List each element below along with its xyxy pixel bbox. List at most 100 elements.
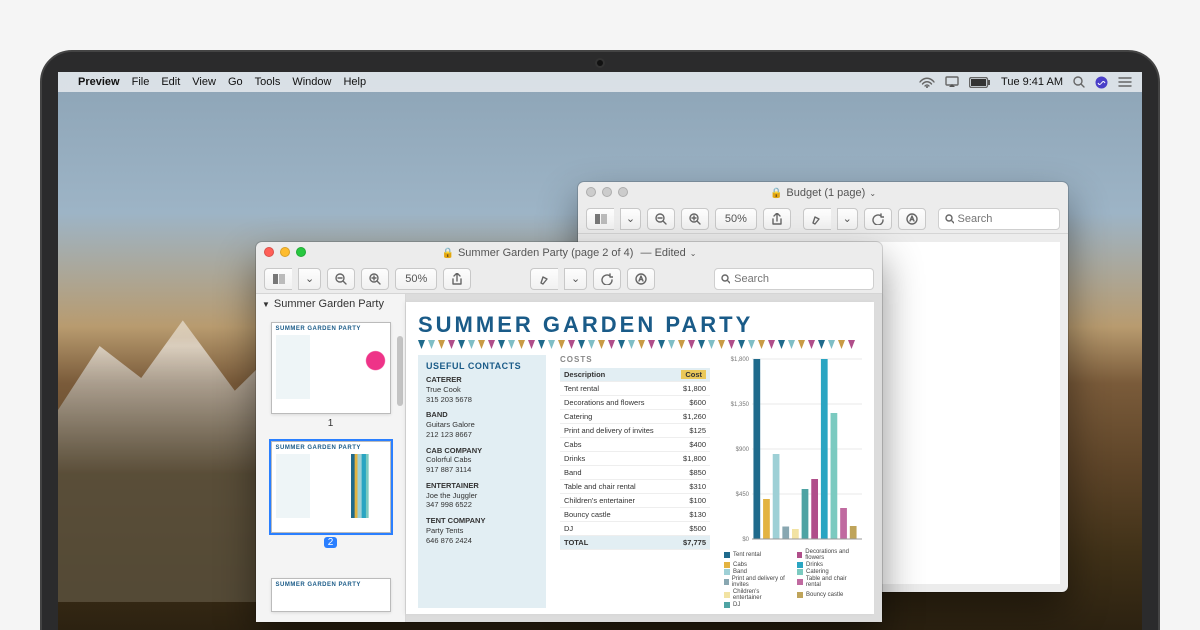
title-chevron-icon[interactable]: ⌄ — [690, 249, 697, 258]
lock-icon: 🔒 — [770, 188, 782, 199]
menu-app-name[interactable]: Preview — [78, 76, 120, 88]
view-mode-button[interactable] — [586, 208, 614, 230]
menu-clock[interactable]: Tue 9:41 AM — [1001, 76, 1063, 88]
page-number-2: 2 — [264, 535, 397, 556]
siri-icon[interactable] — [1095, 76, 1108, 89]
search-input[interactable] — [734, 273, 867, 285]
zoom-button[interactable] — [618, 187, 628, 197]
share-button[interactable] — [443, 268, 471, 290]
close-button[interactable] — [264, 247, 274, 257]
page-thumbnail-2[interactable]: SUMMER GARDEN PARTY — [271, 441, 391, 533]
thumbnail-list[interactable]: SUMMER GARDEN PARTY 1 SUMMER GARDEN PART… — [256, 314, 405, 622]
menu-edit[interactable]: Edit — [161, 76, 180, 88]
cost-row: Table and chair rental$310 — [560, 480, 710, 494]
markup-button[interactable] — [627, 268, 655, 290]
sidebar-scrollbar[interactable] — [397, 336, 403, 406]
highlight-button[interactable] — [803, 208, 831, 230]
rotate-button[interactable] — [864, 208, 892, 230]
menu-bar: Preview File Edit View Go Tools Window H… — [58, 72, 1142, 92]
zoom-in-button[interactable] — [681, 208, 709, 230]
page-number-1: 1 — [264, 416, 397, 437]
svg-text:$450: $450 — [736, 492, 750, 498]
contacts-panel: USEFUL CONTACTS CATERERTrue Cook315 203 … — [418, 355, 546, 608]
chart-panel: $0$450$900$1,350$1,800 Tent rentalDecora… — [724, 355, 862, 608]
legend-item: Drinks — [797, 562, 862, 568]
zoom-button[interactable] — [296, 247, 306, 257]
rotate-button[interactable] — [593, 268, 621, 290]
highlight-button[interactable] — [530, 268, 558, 290]
menu-window[interactable]: Window — [292, 76, 331, 88]
page-thumbnail-1[interactable]: SUMMER GARDEN PARTY — [271, 322, 391, 414]
bar-chart: $0$450$900$1,350$1,800 — [724, 355, 862, 545]
legend-item: DJ — [724, 602, 789, 608]
contact-entry: TENT COMPANYParty Tents646 876 2424 — [426, 516, 538, 545]
spotlight-icon[interactable] — [1073, 76, 1085, 88]
laptop-bezel: Preview File Edit View Go Tools Window H… — [40, 50, 1160, 630]
close-button[interactable] — [586, 187, 596, 197]
window-party[interactable]: 🔒 Summer Garden Party (page 2 of 4) — Ed… — [256, 242, 882, 622]
menu-go[interactable]: Go — [228, 76, 243, 88]
page-view[interactable]: SUMMER GARDEN PARTY USEFUL CONTACTS CATE… — [406, 302, 874, 614]
zoom-in-button[interactable] — [361, 268, 389, 290]
cost-row: Bouncy castle$130 — [560, 508, 710, 522]
window-title: Budget (1 page) — [786, 187, 865, 199]
cost-row: Print and delivery of invites$125 — [560, 424, 710, 438]
legend-item — [797, 602, 862, 608]
titlebar-party[interactable]: 🔒 Summer Garden Party (page 2 of 4) — Ed… — [256, 242, 882, 264]
highlight-menu[interactable]: ⌄ — [564, 268, 587, 290]
thumbnail-sidebar: ▼ Summer Garden Party SUMMER GARDEN PART… — [256, 294, 406, 622]
sidebar-document-row[interactable]: ▼ Summer Garden Party — [256, 294, 405, 314]
search-field[interactable] — [714, 268, 874, 290]
markup-button[interactable] — [898, 208, 926, 230]
minimize-button[interactable] — [280, 247, 290, 257]
menu-help[interactable]: Help — [343, 76, 366, 88]
page-thumbnail-3[interactable]: SUMMER GARDEN PARTY — [271, 578, 391, 612]
lock-icon: 🔒 — [442, 248, 454, 259]
camera — [597, 60, 603, 66]
notification-center-icon[interactable] — [1118, 76, 1132, 88]
view-mode-button[interactable] — [264, 268, 292, 290]
contact-entry: CATERERTrue Cook315 203 5678 — [426, 375, 538, 404]
contact-entry: BANDGuitars Galore212 123 8667 — [426, 410, 538, 439]
svg-text:$1,800: $1,800 — [731, 357, 750, 363]
title-chevron-icon[interactable]: ⌄ — [869, 189, 876, 198]
zoom-level[interactable]: 50% — [395, 268, 437, 290]
menu-tools[interactable]: Tools — [255, 76, 281, 88]
zoom-level[interactable]: 50% — [715, 208, 757, 230]
menu-view[interactable]: View — [192, 76, 216, 88]
sidebar-doc-name: Summer Garden Party — [274, 298, 384, 310]
view-mode-menu[interactable]: ⌄ — [620, 208, 641, 230]
titlebar-budget[interactable]: 🔒 Budget (1 page) ⌄ — [578, 182, 1068, 204]
desktop: Preview File Edit View Go Tools Window H… — [58, 72, 1142, 630]
cost-row: Catering$1,260 — [560, 410, 710, 424]
cost-row: Children's entertainer$100 — [560, 494, 710, 508]
costs-panel: COSTS DescriptionCostTent rental$1,800De… — [560, 355, 710, 608]
search-field[interactable] — [938, 208, 1060, 230]
airplay-icon[interactable] — [945, 76, 959, 88]
menu-extras: Tue 9:41 AM — [909, 76, 1132, 89]
cost-row: Drinks$1,800 — [560, 452, 710, 466]
legend-item: Children's entertainer — [724, 589, 789, 601]
legend-item: Table and chair rental — [797, 576, 862, 588]
legend-item: Print and delivery of invites — [724, 576, 789, 588]
wifi-icon[interactable] — [919, 76, 935, 88]
toolbar-budget: ⌄ 50% ⌄ — [578, 204, 1068, 234]
share-button[interactable] — [763, 208, 791, 230]
costs-heading: COSTS — [560, 355, 710, 364]
zoom-out-button[interactable] — [327, 268, 355, 290]
search-input[interactable] — [958, 213, 1054, 225]
cost-row: Band$850 — [560, 466, 710, 480]
battery-icon[interactable] — [969, 77, 991, 88]
legend-item: Catering — [797, 569, 862, 575]
costs-table: DescriptionCostTent rental$1,800Decorati… — [560, 368, 710, 550]
zoom-out-button[interactable] — [647, 208, 675, 230]
toolbar-party: ⌄ 50% ⌄ — [256, 264, 882, 294]
view-mode-menu[interactable]: ⌄ — [298, 268, 321, 290]
legend-item: Bouncy castle — [797, 589, 862, 601]
search-icon — [945, 214, 954, 224]
minimize-button[interactable] — [602, 187, 612, 197]
search-icon — [721, 274, 730, 284]
highlight-menu[interactable]: ⌄ — [837, 208, 858, 230]
menu-file[interactable]: File — [132, 76, 150, 88]
disclosure-triangle-icon[interactable]: ▼ — [262, 300, 270, 309]
